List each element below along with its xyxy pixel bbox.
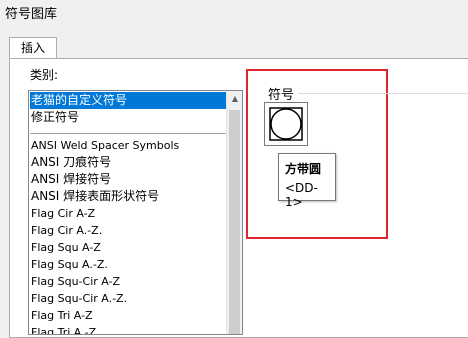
list-item[interactable]: Flag Tri A-Z [30,307,226,324]
list-scrollbar[interactable]: ▲ [226,91,242,334]
list-separator [30,133,226,134]
list-item[interactable]: ANSI 焊接符号 [30,171,226,188]
tooltip-name: 方带圆 [285,162,322,176]
list-item[interactable]: ANSI 刀痕符号 [30,154,226,171]
list-item[interactable]: 老猫的自定义符号 [30,92,226,109]
list-item[interactable]: Flag Cir A-Z [30,205,226,222]
scrollbar-thumb[interactable] [229,110,240,334]
symbol-tile[interactable] [264,102,308,146]
tooltip-code: <DD-1> [285,181,318,209]
symbols-group-label: 符号 [268,88,295,103]
list-item[interactable]: Flag Tri A.-Z. [30,324,226,334]
category-listbox[interactable]: 老猫的自定义符号 修正符号 ANSI Weld Spacer Symbols A… [28,90,243,335]
tab-insert[interactable]: 插入 [9,37,57,59]
circle-in-square-icon [269,107,303,141]
list-item[interactable]: ANSI Weld Spacer Symbols [30,137,226,154]
list-item[interactable]: Flag Cir A.-Z. [30,222,226,239]
symbol-tooltip: 方带圆 <DD-1> [278,153,336,209]
list-item[interactable]: 修正符号 [30,109,226,126]
list-item[interactable]: Flag Squ A.-Z. [30,256,226,273]
group-divider [298,93,468,94]
category-label: 类别: [30,68,59,82]
window-title: 符号图库 [5,7,58,22]
list-item[interactable]: Flag Squ-Cir A.-Z. [30,290,226,307]
list-item[interactable]: Flag Squ A-Z [30,239,226,256]
list-item[interactable]: Flag Squ-Cir A-Z [30,273,226,290]
list-item[interactable]: ANSI 焊接表面形状符号 [30,188,226,205]
scroll-up-arrow-icon[interactable]: ▲ [227,91,242,107]
